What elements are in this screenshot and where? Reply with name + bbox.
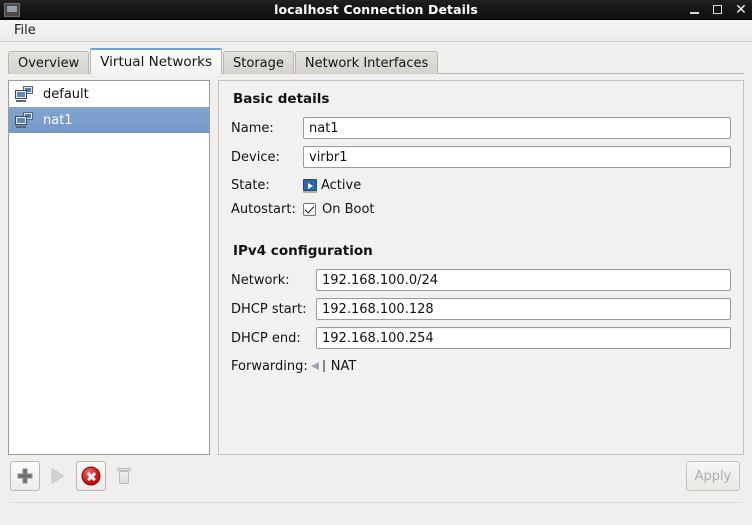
network-details-panel: Basic details Name: nat1 Device: virbr1 … bbox=[218, 80, 744, 455]
autostart-value: On Boot bbox=[322, 201, 375, 217]
autostart-checkbox[interactable] bbox=[303, 202, 316, 216]
autostart-row: Autostart: On Boot bbox=[231, 199, 731, 219]
network-input[interactable]: 192.168.100.0/24 bbox=[316, 269, 731, 291]
stop-icon bbox=[81, 466, 101, 486]
active-state-icon bbox=[303, 179, 317, 193]
device-label: Device: bbox=[231, 149, 280, 165]
forwarding-value: NAT bbox=[330, 358, 357, 374]
name-row: Name: nat1 bbox=[231, 117, 731, 139]
content-area: default nat1 Basic details Name: nat1 De… bbox=[0, 74, 752, 455]
dhcp-end-label: DHCP end: bbox=[231, 330, 301, 346]
dhcp-end-row: DHCP end: 192.168.100.254 bbox=[231, 327, 731, 349]
network-action-buttons bbox=[10, 461, 139, 491]
tab-virtual-networks[interactable]: Virtual Networks bbox=[90, 48, 223, 75]
state-value: Active bbox=[321, 177, 362, 193]
add-network-button[interactable] bbox=[10, 461, 40, 491]
ipv4-config-title: IPv4 configuration bbox=[233, 243, 373, 259]
maximize-icon[interactable] bbox=[712, 5, 724, 14]
tabstrip: Overview Virtual Networks Storage Networ… bbox=[0, 48, 752, 75]
tab-overview[interactable]: Overview bbox=[8, 51, 90, 74]
list-item-label: default bbox=[43, 86, 89, 102]
window-title: localhost Connection Details bbox=[274, 2, 478, 17]
menubar: File bbox=[0, 20, 752, 42]
window-controls: ✕ bbox=[689, 0, 747, 19]
delete-network-button bbox=[109, 461, 139, 491]
basic-details-title: Basic details bbox=[233, 91, 330, 107]
status-divider bbox=[10, 502, 742, 503]
bottom-toolbar: Apply bbox=[0, 455, 752, 507]
list-item[interactable]: default bbox=[9, 81, 209, 107]
forward-nat-icon bbox=[310, 360, 327, 372]
dhcp-start-label: DHCP start: bbox=[231, 301, 307, 317]
forwarding-label: Forwarding: bbox=[231, 358, 308, 374]
dhcp-end-input[interactable]: 192.168.100.254 bbox=[316, 327, 731, 349]
network-icon bbox=[15, 86, 33, 102]
list-item-label: nat1 bbox=[43, 112, 73, 128]
app-icon bbox=[4, 2, 20, 17]
stop-network-button[interactable] bbox=[76, 461, 106, 491]
plus-icon bbox=[17, 468, 33, 484]
state-row: State: Active bbox=[231, 175, 731, 195]
apply-button: Apply bbox=[686, 461, 740, 491]
network-icon bbox=[15, 112, 33, 128]
connection-details-window: localhost Connection Details ✕ File Over… bbox=[0, 0, 752, 525]
dhcp-start-input[interactable]: 192.168.100.128 bbox=[316, 298, 731, 320]
device-input[interactable]: virbr1 bbox=[303, 146, 731, 168]
name-label: Name: bbox=[231, 120, 274, 136]
menu-item-file[interactable]: File bbox=[8, 22, 42, 39]
tab-network-interfaces[interactable]: Network Interfaces bbox=[294, 51, 439, 74]
minimize-icon[interactable] bbox=[689, 6, 701, 14]
dhcp-start-row: DHCP start: 192.168.100.128 bbox=[231, 298, 731, 320]
network-list[interactable]: default nat1 bbox=[8, 80, 210, 455]
network-row: Network: 192.168.100.0/24 bbox=[231, 269, 731, 291]
list-item[interactable]: nat1 bbox=[9, 107, 209, 133]
tab-storage[interactable]: Storage bbox=[223, 51, 294, 74]
titlebar: localhost Connection Details ✕ bbox=[0, 0, 752, 20]
close-icon[interactable]: ✕ bbox=[735, 3, 747, 17]
name-input[interactable]: nat1 bbox=[303, 117, 731, 139]
network-label: Network: bbox=[231, 272, 290, 288]
play-icon-inner bbox=[52, 469, 64, 483]
forwarding-row: Forwarding: NAT bbox=[231, 356, 731, 376]
device-row: Device: virbr1 bbox=[231, 146, 731, 168]
state-label: State: bbox=[231, 177, 270, 193]
trash-icon bbox=[117, 468, 131, 484]
start-network-button bbox=[43, 461, 73, 491]
autostart-label: Autostart: bbox=[231, 201, 296, 217]
